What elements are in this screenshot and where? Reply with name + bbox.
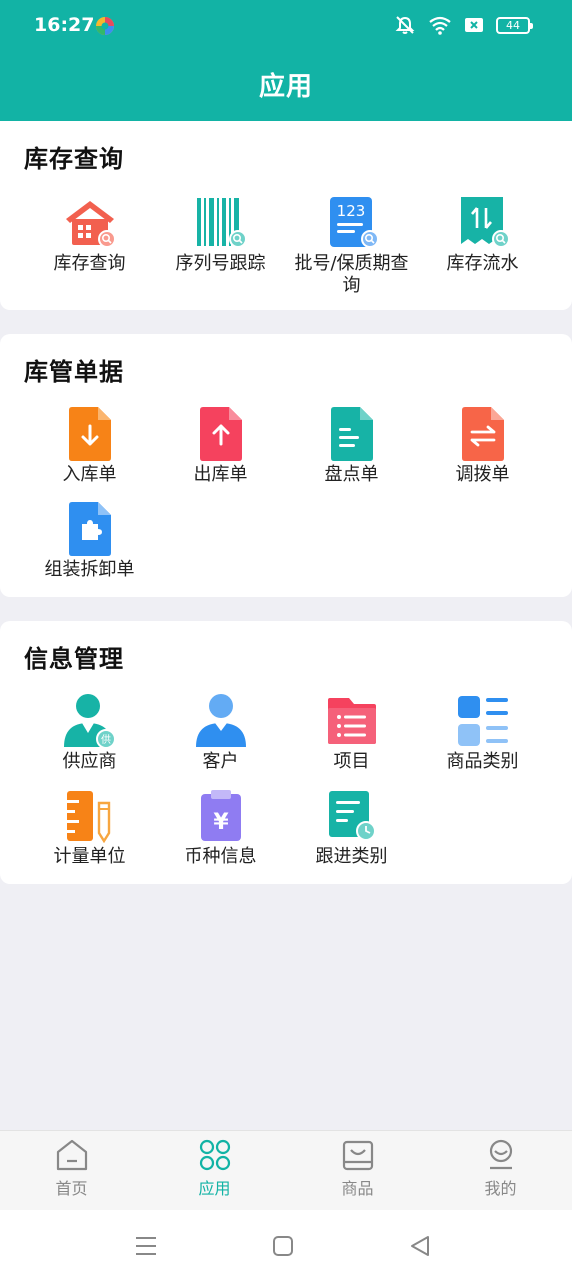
tab-label: 应用 xyxy=(198,1179,231,1198)
unit-ruler-icon xyxy=(62,788,118,844)
profile-icon xyxy=(489,1139,512,1170)
status-indicators: 44 xyxy=(394,15,533,35)
app-label: 组装拆卸单 xyxy=(44,559,135,580)
outbound-doc-icon xyxy=(193,406,249,462)
tab-label: 首页 xyxy=(55,1179,88,1198)
app-label: 出库单 xyxy=(193,464,248,485)
tab-home[interactable]: 首页 xyxy=(0,1131,143,1210)
app-label: 盘点单 xyxy=(324,464,379,485)
home-icon xyxy=(56,1139,87,1171)
section-title: 库存查询 xyxy=(24,145,124,173)
app-batch-expiry-query[interactable]: 123 批号/保质期查询 xyxy=(280,195,423,297)
section-title: 库管单据 xyxy=(24,358,124,386)
app-label: 商品类别 xyxy=(446,751,519,772)
app-serial-tracking[interactable]: 序列号跟踪 xyxy=(149,195,292,275)
status-bar: 16:27 44 xyxy=(0,0,572,52)
follow-up-doc-icon xyxy=(324,788,380,844)
currency-symbol: ¥ xyxy=(213,810,229,835)
tab-profile[interactable]: 我的 xyxy=(429,1131,572,1210)
page-title: 应用 xyxy=(258,72,313,102)
app-label: 项目 xyxy=(333,751,370,772)
supplier-icon: 供 xyxy=(62,693,118,749)
svg-text:123: 123 xyxy=(336,202,365,220)
app-inventory-query[interactable]: 库存查询 xyxy=(18,195,161,275)
tab-goods[interactable]: 商品 xyxy=(286,1131,429,1210)
apps-icon xyxy=(199,1139,230,1171)
section-inventory-query: 库存查询 库存查询 序列号跟踪 123 批号/保质期查询 库存流水 xyxy=(0,121,572,310)
status-time: 16:27 xyxy=(34,14,95,36)
app-label: 入库单 xyxy=(62,464,117,485)
transfer-doc-icon xyxy=(455,406,511,462)
app-transfer-doc[interactable]: 调拨单 xyxy=(411,406,554,486)
app-label: 计量单位 xyxy=(53,846,126,867)
supplier-badge: 供 xyxy=(101,733,111,746)
app-goods-category[interactable]: 商品类别 xyxy=(411,693,554,773)
app-label: 供应商 xyxy=(62,751,117,772)
barcode-search-icon xyxy=(193,195,249,251)
app-label: 客户 xyxy=(202,751,239,772)
app-assembly-doc[interactable]: 组装拆卸单 xyxy=(18,501,161,581)
system-nav-bar xyxy=(0,1210,572,1280)
app-label: 调拨单 xyxy=(455,464,510,485)
app-customer[interactable]: 客户 xyxy=(149,693,292,773)
app-outbound-doc[interactable]: 出库单 xyxy=(149,406,292,486)
app-label: 批号/保质期查询 xyxy=(294,253,409,296)
app-measurement-unit[interactable]: 计量单位 xyxy=(18,788,161,868)
customer-icon xyxy=(193,693,249,749)
app-stocktake-doc[interactable]: 盘点单 xyxy=(280,406,423,486)
section-title: 信息管理 xyxy=(24,645,124,673)
app-supplier[interactable]: 供 供应商 xyxy=(18,693,161,773)
tab-apps[interactable]: 应用 xyxy=(143,1131,286,1210)
notification-app-icon xyxy=(96,17,114,35)
home-square-icon[interactable] xyxy=(269,1232,297,1260)
menu-icon[interactable] xyxy=(132,1232,160,1260)
inbound-doc-icon xyxy=(62,406,118,462)
wifi-icon xyxy=(429,16,451,35)
app-label: 跟进类别 xyxy=(315,846,388,867)
tab-label: 商品 xyxy=(341,1179,374,1198)
bottom-tab-bar: 首页 应用 商品 我的 xyxy=(0,1130,572,1210)
category-grid-icon xyxy=(455,693,511,749)
warehouse-search-icon xyxy=(62,195,118,251)
currency-clipboard-icon: ¥ xyxy=(193,788,249,844)
app-currency-info[interactable]: ¥ 币种信息 xyxy=(149,788,292,868)
assembly-doc-icon xyxy=(62,501,118,557)
app-header: 16:27 44 应用 xyxy=(0,0,572,121)
app-label: 库存流水 xyxy=(446,253,519,274)
tab-label: 我的 xyxy=(484,1179,517,1198)
batch-number-search-icon: 123 xyxy=(324,195,380,251)
app-label: 序列号跟踪 xyxy=(175,253,266,274)
section-warehouse-docs: 库管单据 入库单 出库单 盘点单 调拨单 组装拆卸单 xyxy=(0,334,572,597)
app-follow-up-category[interactable]: 跟进类别 xyxy=(280,788,423,868)
no-sim-icon xyxy=(465,18,483,32)
app-stock-flow[interactable]: 库存流水 xyxy=(411,195,554,275)
app-label: 库存查询 xyxy=(53,253,126,274)
stocktake-doc-icon xyxy=(324,406,380,462)
stock-flow-icon xyxy=(455,195,511,251)
section-info-management: 信息管理 供 供应商 客户 项目 商品类别 计量单位 ¥ 币种信息 跟进类别 xyxy=(0,621,572,884)
goods-bag-icon xyxy=(342,1140,373,1171)
back-triangle-icon[interactable] xyxy=(406,1232,434,1260)
battery-indicator: 44 xyxy=(496,16,533,34)
app-inbound-doc[interactable]: 入库单 xyxy=(18,406,161,486)
app-project[interactable]: 项目 xyxy=(280,693,423,773)
project-folder-icon xyxy=(324,693,380,749)
mute-bell-icon xyxy=(395,16,415,34)
app-label: 币种信息 xyxy=(184,846,257,867)
